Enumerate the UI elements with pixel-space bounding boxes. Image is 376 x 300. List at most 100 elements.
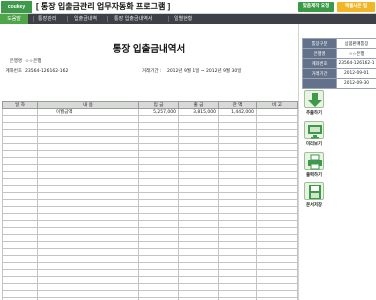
cell-date[interactable] xyxy=(2,213,38,221)
cell-description[interactable] xyxy=(37,136,139,144)
cell-withdrawal[interactable] xyxy=(178,171,219,179)
tab-transactions[interactable]: 입출금내역 xyxy=(74,14,97,24)
cell-note[interactable] xyxy=(256,227,298,235)
cell-note[interactable] xyxy=(256,213,298,221)
table-row[interactable] xyxy=(2,255,298,263)
cell-balance[interactable] xyxy=(218,143,257,151)
cell-balance[interactable] xyxy=(218,171,257,179)
cell-withdrawal[interactable] xyxy=(178,115,219,123)
cell-description[interactable] xyxy=(37,241,139,249)
cell-date[interactable] xyxy=(2,143,38,151)
table-row[interactable] xyxy=(2,185,298,193)
cell-deposit[interactable] xyxy=(138,262,179,270)
table-row[interactable] xyxy=(2,262,298,270)
cell-note[interactable] xyxy=(256,262,298,270)
cell-description[interactable] xyxy=(37,262,139,270)
tab-statement[interactable]: 통장 입출금내역서 xyxy=(114,14,152,24)
cell-description[interactable] xyxy=(37,192,139,200)
cell-withdrawal[interactable] xyxy=(178,192,219,200)
cell-note[interactable] xyxy=(256,136,298,144)
table-row[interactable] xyxy=(2,157,298,165)
cell-deposit[interactable] xyxy=(138,290,179,298)
cell-note[interactable] xyxy=(256,206,298,214)
table-row[interactable] xyxy=(2,220,298,228)
cell-balance[interactable] xyxy=(218,234,257,242)
table-row[interactable] xyxy=(2,164,298,172)
cell-note[interactable] xyxy=(256,255,298,263)
cell-withdrawal[interactable] xyxy=(178,129,219,137)
cell-note[interactable] xyxy=(256,108,298,116)
cell-description[interactable] xyxy=(37,129,139,137)
table-row[interactable] xyxy=(2,248,298,256)
cell-deposit[interactable] xyxy=(138,234,179,242)
cell-deposit[interactable] xyxy=(138,283,179,291)
table-row[interactable] xyxy=(2,269,298,277)
cell-date[interactable] xyxy=(2,185,38,193)
extract-button[interactable]: 추출하기 xyxy=(303,90,325,119)
cell-note[interactable] xyxy=(256,129,298,137)
cell-date[interactable] xyxy=(2,129,38,137)
cell-description[interactable] xyxy=(37,185,139,193)
cell-date[interactable] xyxy=(2,227,38,235)
cell-deposit[interactable] xyxy=(138,122,179,130)
cell-deposit[interactable] xyxy=(138,150,179,158)
cell-date[interactable] xyxy=(2,206,38,214)
cell-note[interactable] xyxy=(256,283,298,291)
cell-balance[interactable]: 1,442,000 xyxy=(218,108,257,116)
cell-date[interactable] xyxy=(2,171,38,179)
cell-description[interactable] xyxy=(37,122,139,130)
cell-description[interactable] xyxy=(37,227,139,235)
tab-help[interactable]: 도움말 xyxy=(0,14,28,24)
cell-withdrawal[interactable] xyxy=(178,157,219,165)
cell-deposit[interactable] xyxy=(138,227,179,235)
cell-deposit[interactable]: 5,257,000 xyxy=(138,108,179,116)
summary-value[interactable]: 2012-09-01 xyxy=(336,68,376,79)
cell-withdrawal[interactable] xyxy=(178,269,219,277)
cell-note[interactable] xyxy=(256,199,298,207)
cell-note[interactable] xyxy=(256,178,298,186)
cell-balance[interactable] xyxy=(218,185,257,193)
cell-note[interactable] xyxy=(256,164,298,172)
cell-note[interactable] xyxy=(256,276,298,284)
cell-withdrawal[interactable] xyxy=(178,164,219,172)
cell-deposit[interactable] xyxy=(138,143,179,151)
cell-description[interactable] xyxy=(37,276,139,284)
cell-deposit[interactable] xyxy=(138,171,179,179)
cell-description[interactable] xyxy=(37,178,139,186)
cell-balance[interactable] xyxy=(218,213,257,221)
cell-date[interactable] xyxy=(2,269,38,277)
cell-date[interactable] xyxy=(2,178,38,186)
cell-description[interactable] xyxy=(37,234,139,242)
cell-withdrawal[interactable] xyxy=(178,248,219,256)
cell-description[interactable] xyxy=(37,248,139,256)
cell-deposit[interactable] xyxy=(138,164,179,172)
cell-date[interactable] xyxy=(2,199,38,207)
cell-note[interactable] xyxy=(256,234,298,242)
cell-description[interactable] xyxy=(37,171,139,179)
cell-balance[interactable] xyxy=(218,164,257,172)
cell-date[interactable] xyxy=(2,122,38,130)
table-row[interactable] xyxy=(2,115,298,123)
cell-balance[interactable] xyxy=(218,276,257,284)
summary-value[interactable]: ☆☆은행 xyxy=(336,48,376,59)
cell-deposit[interactable] xyxy=(138,269,179,277)
print-button[interactable]: 출력하기 xyxy=(303,152,325,181)
table-row[interactable] xyxy=(2,276,298,284)
cell-withdrawal[interactable] xyxy=(178,136,219,144)
cell-date[interactable] xyxy=(2,157,38,165)
cell-date[interactable] xyxy=(2,108,38,116)
tab-daily-status[interactable]: 일별현황 xyxy=(174,14,192,24)
table-row[interactable] xyxy=(2,206,298,214)
cell-date[interactable] xyxy=(2,150,38,158)
cell-deposit[interactable] xyxy=(138,241,179,249)
cell-note[interactable] xyxy=(256,185,298,193)
cell-date[interactable] xyxy=(2,255,38,263)
cell-balance[interactable] xyxy=(218,129,257,137)
cell-balance[interactable] xyxy=(218,248,257,256)
table-row[interactable] xyxy=(2,192,298,200)
cell-deposit[interactable] xyxy=(138,255,179,263)
cell-balance[interactable] xyxy=(218,290,257,298)
table-row[interactable] xyxy=(2,150,298,158)
cell-withdrawal[interactable] xyxy=(178,227,219,235)
summary-value[interactable]: 23564-126162-1 xyxy=(336,58,376,69)
